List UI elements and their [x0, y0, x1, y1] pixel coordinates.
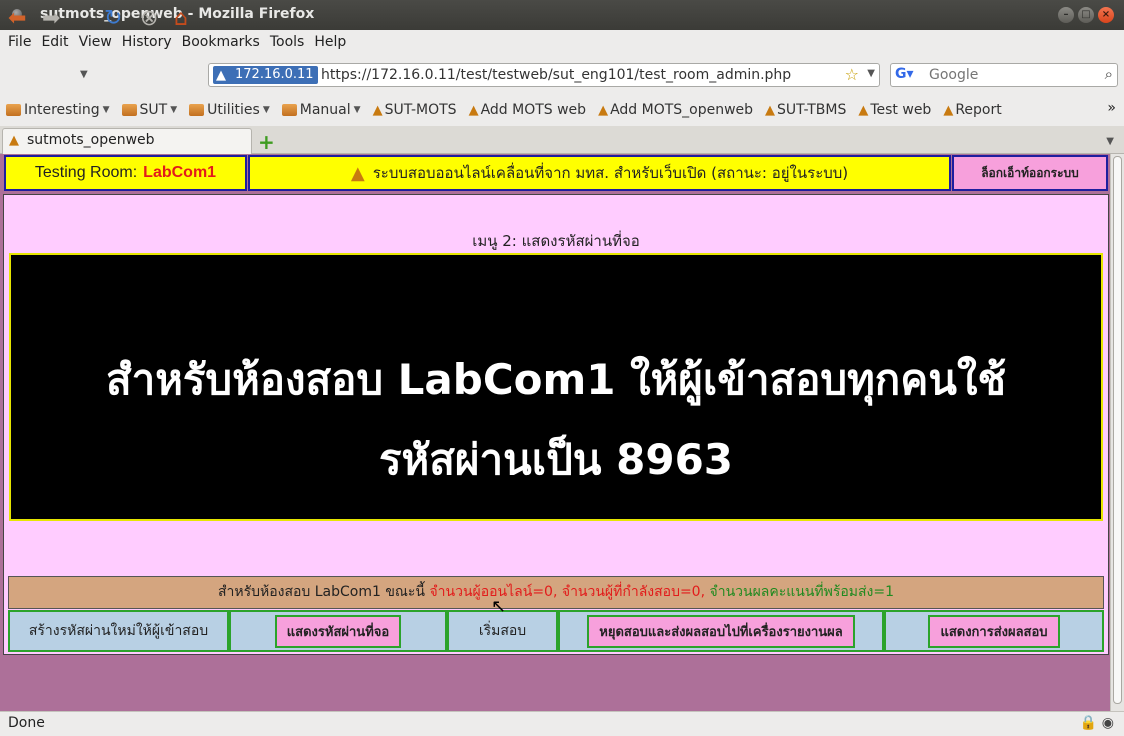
stop-and-send-button[interactable]: หยุดสอบและส่งผลสอบไปที่เครื่องรายงานผล [587, 614, 855, 648]
action-row: สร้างรหัสผ่านใหม่ให้ผู้เข้าสอบ แสดงรหัสผ… [8, 610, 1104, 652]
status-text: Done [8, 715, 45, 731]
window-titlebar: sutmots_openweb - Mozilla Firefox – □ × [0, 0, 1124, 30]
site-icon: ▲ [943, 102, 954, 118]
mots-logo-icon: ▲ [350, 162, 365, 184]
bookmark-sut-mots[interactable]: ▲ SUT-MOTS [373, 102, 457, 118]
menu-tools[interactable]: Tools [266, 34, 311, 50]
folder-icon [189, 104, 205, 116]
folder-icon [121, 104, 137, 116]
lock-icon[interactable]: 🔒 [1080, 715, 1097, 731]
close-button[interactable]: × [1098, 7, 1114, 23]
site-icon: ▲ [216, 68, 226, 83]
addon-icon[interactable]: ◉ [1102, 715, 1114, 731]
room-status-prefix: สำหรับห้องสอบ LabCom1 ขณะนี้ [217, 584, 426, 600]
bookmarks-overflow-icon[interactable]: » [1107, 100, 1116, 116]
menu-title: เมนู 2: แสดงรหัสผ่านที่จอ [472, 232, 640, 250]
menu-edit[interactable]: Edit [37, 34, 74, 50]
minimize-button[interactable]: – [1058, 7, 1074, 23]
create-password-link[interactable]: สร้างรหัสผ่านใหม่ให้ผู้เข้าสอบ [29, 620, 208, 642]
folder-icon [6, 104, 21, 116]
bookmarks-toolbar: Interesting ▼ SUT ▼ Utilities ▼ Manual ▼ ▲ SU… [0, 96, 1124, 124]
bookmark-add-mots-web[interactable]: ▲ Add MOTS web [469, 102, 587, 118]
bookmark-folder-utilities[interactable]: Utilities ▼ [189, 102, 270, 118]
logout-button[interactable]: ล็อกเอ็าท์ออกระบบ [952, 155, 1108, 191]
reload-icon[interactable]: ↻ [104, 6, 122, 32]
new-tab-icon[interactable]: + [258, 130, 275, 154]
testing-room-label: Testing Room: [34, 164, 138, 181]
search-icon[interactable]: ⌕ [1105, 65, 1113, 83]
testing-room-cell: Testing Room: LabCom1 [4, 155, 247, 191]
bookmark-folder-interesting[interactable]: Interesting ▼ [6, 102, 110, 118]
scrollbar-thumb[interactable] [1113, 156, 1122, 704]
scores-ready-count: จำนวนผลคะแนนที่พร้อมส่ง=1 [709, 584, 895, 600]
site-icon: ▲ [765, 102, 776, 118]
bookmark-report[interactable]: ▲ Report [943, 102, 1001, 118]
home-icon[interactable]: ⌂ [174, 6, 188, 32]
search-box[interactable]: G▾ ⌕ [890, 63, 1118, 87]
bookmark-folder-manual[interactable]: Manual ▼ [281, 102, 361, 118]
show-sent-cell: แสดงการส่งผลสอบ [884, 610, 1104, 652]
maximize-button[interactable]: □ [1078, 7, 1094, 23]
testing-room-value: LabCom1 [143, 164, 217, 181]
site-icon: ▲ [372, 102, 383, 118]
start-exam-link[interactable]: เริ่มสอบ [479, 620, 526, 642]
mouse-cursor-icon: ↖ [491, 596, 507, 617]
url-bar[interactable]: ▲ 172.16.0.11 https://172.16.0.11/test/t… [208, 63, 880, 87]
room-status-row: สำหรับห้องสอบ LabCom1 ขณะนี้ จำนวนผู้ออน… [8, 576, 1104, 609]
menu-file[interactable]: File [4, 34, 37, 50]
vertical-scrollbar[interactable] [1110, 154, 1124, 711]
tab-sutmots-openweb[interactable]: ▲ sutmots_openweb [2, 128, 252, 154]
search-input[interactable] [929, 66, 1089, 84]
history-dropdown-icon[interactable]: ▼ [80, 62, 88, 88]
folder-icon [281, 104, 297, 116]
bookmark-sut-tbms[interactable]: ▲ SUT-TBMS [765, 102, 846, 118]
system-status-cell: ▲ ระบบสอบออนไลน์เคลื่อนที่จาก มทส. สำหรั… [248, 155, 951, 191]
site-icon: ▲ [9, 133, 19, 148]
menu-view[interactable]: View [75, 34, 118, 50]
bookmark-folder-sut[interactable]: SUT ▼ [121, 102, 178, 118]
site-icon: ▲ [858, 102, 869, 118]
site-icon: ▲ [468, 102, 479, 118]
bookmark-star-icon[interactable]: ☆ [845, 65, 859, 84]
bookmark-test-web[interactable]: ▲ Test web [858, 102, 931, 118]
back-arrow-icon[interactable]: ⬅ [8, 6, 26, 32]
menu-bookmarks[interactable]: Bookmarks [178, 34, 266, 50]
create-password-cell[interactable]: สร้างรหัสผ่านใหม่ให้ผู้เข้าสอบ [8, 610, 229, 652]
menu-help[interactable]: Help [310, 34, 352, 50]
chevron-down-icon: ▼ [353, 105, 361, 115]
url-text[interactable]: https://172.16.0.11/test/testweb/sut_eng… [321, 67, 791, 83]
show-sent-results-button[interactable]: แสดงการส่งผลสอบ [928, 614, 1060, 648]
tab-list-icon[interactable]: ▼ [1106, 136, 1114, 147]
chevron-down-icon: ▼ [262, 105, 270, 115]
password-message-line2: รหัสผ่านเป็น 8963 [378, 435, 734, 484]
system-status-text: ระบบสอบออนไลน์เคลื่อนที่จาก มทส. สำหรับเ… [372, 164, 849, 182]
stop-icon[interactable]: ⊗ [140, 6, 158, 32]
testing-count: จำนวนผู้ที่กำลังสอบ=0, [561, 584, 706, 600]
site-identity-badge[interactable]: ▲ 172.16.0.11 [213, 66, 318, 84]
menu-bar: File Edit View History Bookmarks Tools H… [0, 30, 1124, 54]
chevron-down-icon: ▼ [170, 105, 178, 115]
url-dropdown-icon[interactable]: ▼ [867, 68, 875, 79]
site-icon: ▲ [598, 102, 609, 118]
stop-and-send-cell: หยุดสอบและส่งผลสอบไปที่เครื่องรายงานผล [558, 610, 884, 652]
show-password-cell: แสดงรหัสผ่านที่จอ [229, 610, 447, 652]
show-password-button[interactable]: แสดงรหัสผ่านที่จอ [274, 614, 402, 648]
menu-history[interactable]: History [118, 34, 178, 50]
password-message-line1: สำหรับห้องสอบ LabCom1 ให้ผู้เข้าสอบทุกคน… [105, 355, 1007, 404]
chevron-down-icon: ▼ [102, 105, 110, 115]
forward-arrow-icon[interactable]: ➡ [42, 6, 60, 32]
password-display: สำหรับห้องสอบ LabCom1 ให้ผู้เข้าสอบทุกคน… [9, 253, 1103, 521]
bookmark-add-mots-openweb[interactable]: ▲ Add MOTS_openweb [598, 102, 753, 118]
status-bar: Done 🔒 ◉ [0, 711, 1124, 736]
search-engine-icon[interactable]: G▾ [895, 66, 914, 82]
